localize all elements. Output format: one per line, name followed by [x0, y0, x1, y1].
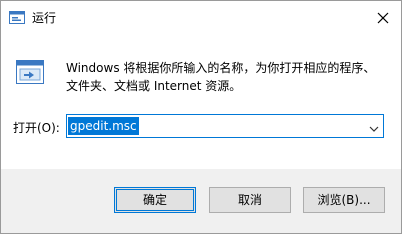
description-text: Windows 将根据你所输入的名称，为你打开相应的程序、 文件夹、文档或 In… [66, 59, 386, 95]
run-program-icon [15, 59, 45, 85]
dropdown-button[interactable] [368, 122, 380, 132]
close-button[interactable] [367, 5, 399, 31]
description-line-2: 文件夹、文档或 Internet 资源。 [66, 79, 242, 93]
ok-button[interactable]: 确定 [114, 187, 196, 213]
ok-button-label: 确定 [142, 193, 167, 207]
open-input[interactable]: gpedit.msc [68, 117, 139, 135]
run-window-icon [9, 11, 25, 24]
cancel-button-label: 取消 [237, 193, 262, 207]
title-bar[interactable]: 运行 [1, 1, 401, 35]
open-field-label: 打开(O): [13, 121, 60, 135]
run-dialog: 运行 Windows 将根据你所输入的名称，为你打开相应的程序、 文件夹、文档或… [0, 0, 402, 234]
chevron-down-icon [369, 126, 379, 132]
description-line-1: Windows 将根据你所输入的名称，为你打开相应的程序、 [66, 61, 376, 75]
cancel-button[interactable]: 取消 [209, 187, 291, 213]
browse-button-label: 浏览(B)... [317, 193, 371, 207]
open-combobox[interactable]: gpedit.msc [66, 114, 384, 138]
close-icon [377, 12, 389, 24]
window-title: 运行 [32, 11, 57, 25]
browse-button[interactable]: 浏览(B)... [303, 187, 385, 213]
